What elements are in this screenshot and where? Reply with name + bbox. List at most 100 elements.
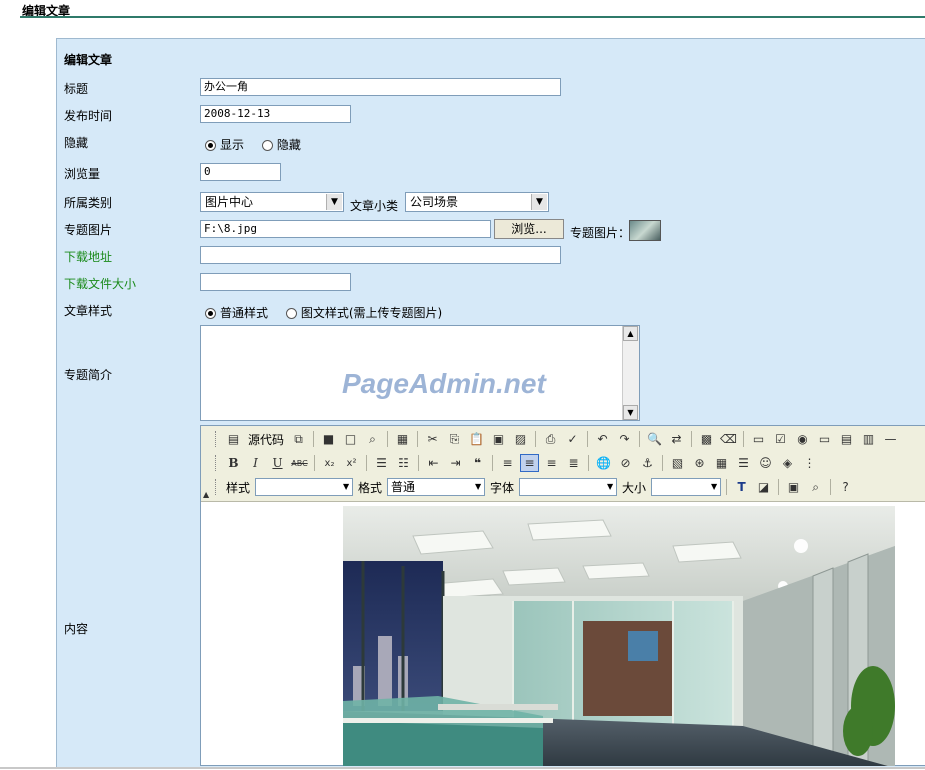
smiley-icon[interactable]: ☺ [756, 454, 775, 472]
dropdown-arrow-icon[interactable]: ▼ [604, 479, 616, 495]
source-button[interactable]: 源代码 [246, 431, 286, 448]
summary-label: 专题简介 [64, 368, 113, 382]
paste-text-icon[interactable]: ▣ [489, 430, 508, 448]
format-label: 格式 [358, 480, 383, 495]
paste-icon[interactable]: 📋 [467, 430, 486, 448]
category-value: 图片中心 [205, 195, 254, 209]
align-justify-icon[interactable]: ≣ [564, 454, 583, 472]
templates-icon[interactable]: ▦ [393, 430, 412, 448]
superscript-icon[interactable]: x² [342, 454, 361, 472]
hidden-option-show[interactable]: 显示 [205, 138, 244, 152]
find-icon[interactable]: 🔍 [645, 430, 664, 448]
bold-icon[interactable]: B [224, 454, 243, 472]
toolbar-separator [387, 431, 389, 447]
textarea-scrollbar[interactable]: ▲ ▼ [622, 326, 639, 420]
radio-icon[interactable]: ◉ [793, 430, 812, 448]
publish-time-input[interactable]: 2008-12-13 [200, 105, 351, 123]
spellcheck-icon[interactable]: ✓ [563, 430, 582, 448]
flash-icon[interactable]: ⊛ [690, 454, 709, 472]
help-icon[interactable]: ? [836, 478, 855, 496]
topic-image-path-input[interactable]: F:\8.jpg [200, 220, 491, 238]
style-option-image-text[interactable]: 图文样式(需上传专题图片) [285, 306, 442, 320]
dropdown-arrow-icon[interactable]: ▼ [340, 479, 352, 495]
category-label: 所属类别 [64, 196, 113, 210]
horizontal-rule-icon[interactable]: — [881, 430, 900, 448]
dropdown-arrow-icon[interactable]: ▼ [326, 194, 342, 210]
download-url-input[interactable] [200, 246, 561, 264]
unordered-list-icon[interactable]: ☷ [394, 454, 413, 472]
template-icon[interactable]: ⧉ [289, 430, 308, 448]
underline-icon[interactable]: U [268, 454, 287, 472]
paste-word-icon[interactable]: ▨ [511, 430, 530, 448]
new-page-icon[interactable]: □ [341, 430, 360, 448]
align-right-icon[interactable]: ≡ [542, 454, 561, 472]
remove-format-icon[interactable]: ⌫ [719, 430, 738, 448]
special-char-icon[interactable]: ◈ [778, 454, 797, 472]
toolbar-grip [215, 431, 219, 447]
image-icon[interactable]: ▧ [668, 454, 687, 472]
category-select[interactable]: 图片中心 ▼ [200, 192, 344, 212]
align-left-icon[interactable]: ≡ [498, 454, 517, 472]
select-field-icon[interactable]: ▥ [859, 430, 878, 448]
save-icon[interactable]: ■ [319, 430, 338, 448]
outdent-icon[interactable]: ⇤ [424, 454, 443, 472]
source-icon[interactable]: ▤ [224, 430, 243, 448]
align-center-icon[interactable]: ≡ [520, 454, 539, 472]
style-option-normal[interactable]: 普通样式 [205, 306, 268, 320]
font-select[interactable]: ▼ [519, 478, 618, 496]
blockquote-icon[interactable]: ❝ [468, 454, 487, 472]
redo-icon[interactable]: ↷ [615, 430, 634, 448]
anchor-icon[interactable]: ⚓ [638, 454, 657, 472]
form-icon[interactable]: ▭ [749, 430, 768, 448]
size-select[interactable]: ▼ [651, 478, 722, 496]
bg-color-icon[interactable]: ◪ [754, 478, 773, 496]
strikethrough-icon[interactable]: ABC [290, 454, 309, 472]
textfield-icon[interactable]: ▭ [815, 430, 834, 448]
replace-icon[interactable]: ⇄ [667, 430, 686, 448]
dropdown-arrow-icon[interactable]: ▼ [472, 479, 484, 495]
browse-button[interactable]: 浏览... [494, 219, 564, 239]
italic-icon[interactable]: I [246, 454, 265, 472]
dropdown-arrow-icon[interactable]: ▼ [531, 194, 547, 210]
select-all-icon[interactable]: ▩ [697, 430, 716, 448]
unlink-icon[interactable]: ⊘ [616, 454, 635, 472]
radio-unchecked-icon[interactable] [285, 308, 297, 319]
text-color-icon[interactable]: T [732, 478, 751, 496]
rich-text-editor[interactable]: ▤ 源代码 ⧉ ■ □ ⌕ ▦ ✂ ⎘ 📋 ▣ ▨ ⎙ ✓ ↶ ↷ 🔍 ⇄ ▩ [200, 425, 925, 766]
hidden-option-hide[interactable]: 隐藏 [261, 138, 301, 152]
preview-icon[interactable]: ⌕ [363, 430, 382, 448]
dropdown-arrow-icon[interactable]: ▼ [708, 479, 720, 495]
toolbar-separator [492, 455, 493, 471]
collapse-toolbar-icon[interactable]: ▲ [203, 490, 209, 499]
hr-icon[interactable]: ☰ [734, 454, 753, 472]
radio-unchecked-icon[interactable] [261, 140, 273, 151]
font-label: 字体 [490, 480, 515, 495]
toolbar-grip [215, 479, 219, 495]
checkbox-icon[interactable]: ☑ [771, 430, 790, 448]
table-icon[interactable]: ▦ [712, 454, 731, 472]
page-break-icon[interactable]: ⋮ [800, 454, 819, 472]
indent-icon[interactable]: ⇥ [446, 454, 465, 472]
subscript-icon[interactable]: x₂ [320, 454, 339, 472]
editor-content-area[interactable] [201, 502, 925, 766]
scroll-up-icon[interactable]: ▲ [623, 326, 638, 341]
style-label: 样式 [226, 480, 251, 495]
show-blocks-icon[interactable]: ⌕ [806, 478, 825, 496]
copy-icon[interactable]: ⎘ [445, 430, 464, 448]
download-size-input[interactable] [200, 273, 351, 291]
undo-icon[interactable]: ↶ [593, 430, 612, 448]
cut-icon[interactable]: ✂ [423, 430, 442, 448]
print-icon[interactable]: ⎙ [541, 430, 560, 448]
ordered-list-icon[interactable]: ☰ [372, 454, 391, 472]
subcategory-select[interactable]: 公司场景 ▼ [405, 192, 549, 212]
textarea-icon[interactable]: ▤ [837, 430, 856, 448]
maximize-icon[interactable]: ▣ [784, 478, 803, 496]
link-icon[interactable]: 🌐 [594, 454, 613, 472]
title-input[interactable]: 办公一角 [200, 78, 561, 96]
style-select[interactable]: ▼ [255, 478, 354, 496]
radio-checked-icon[interactable] [205, 140, 216, 151]
scroll-down-icon[interactable]: ▼ [623, 405, 638, 420]
format-select[interactable]: 普通 ▼ [387, 478, 486, 496]
views-input[interactable]: 0 [200, 163, 281, 181]
radio-checked-icon[interactable] [205, 308, 216, 319]
